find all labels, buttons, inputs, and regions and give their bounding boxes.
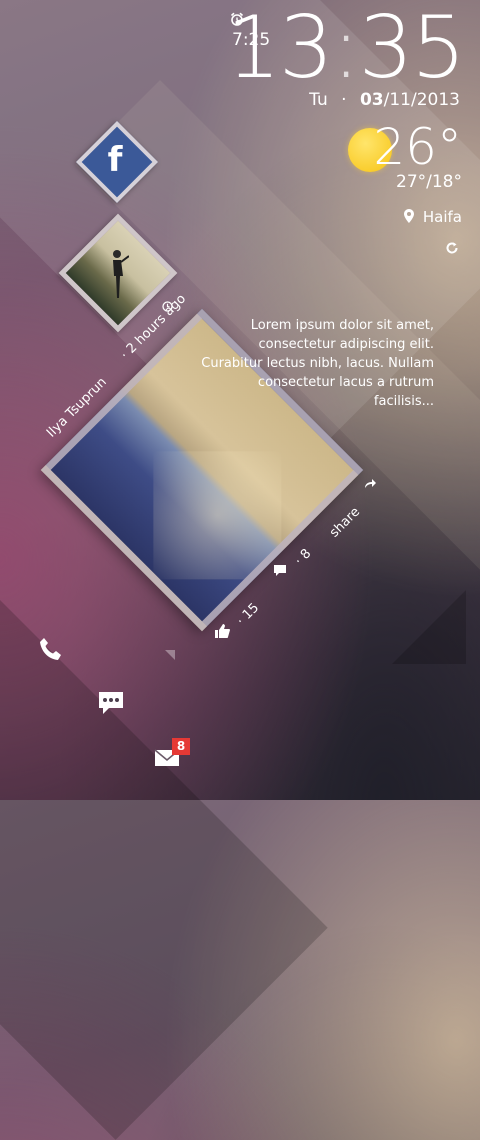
- alarm-clock-icon: [230, 12, 244, 30]
- date[interactable]: Tu · 03/11/2013: [309, 90, 460, 110]
- weather-location[interactable]: Haifa: [404, 208, 462, 226]
- person-figure: [113, 250, 129, 298]
- phone-icon[interactable]: [38, 636, 64, 666]
- refresh-icon[interactable]: [445, 240, 459, 259]
- clock-small-icon: [162, 297, 173, 316]
- corner-decoration: [392, 590, 466, 664]
- like-icon[interactable]: [214, 623, 230, 642]
- date-month-year: /11/2013: [383, 90, 460, 110]
- like-count: · 15: [234, 600, 263, 629]
- facebook-icon: f: [107, 140, 123, 180]
- alarm-time[interactable]: 7:25: [232, 30, 270, 50]
- date-separator: ·: [341, 90, 347, 110]
- location-name: Haifa: [422, 208, 462, 226]
- current-temperature[interactable]: 26°: [373, 120, 462, 174]
- mail-badge: 8: [172, 738, 190, 755]
- share-icon[interactable]: [362, 476, 376, 495]
- chat-icon[interactable]: [97, 690, 125, 720]
- high-low-temperature: 27°/18°: [396, 172, 462, 192]
- comment-count: · 8: [292, 546, 315, 569]
- location-pin-icon: [404, 208, 423, 226]
- corner-decoration: [165, 650, 175, 660]
- date-day: 03: [359, 90, 384, 110]
- comment-icon[interactable]: [273, 562, 287, 581]
- clock-minutes: 35: [358, 0, 466, 98]
- weekday: Tu: [309, 90, 328, 110]
- share-button[interactable]: share: [327, 505, 363, 541]
- post-text: Lorem ipsum dolor sit amet, consectetur …: [201, 318, 434, 409]
- clock-colon: :: [331, 0, 361, 98]
